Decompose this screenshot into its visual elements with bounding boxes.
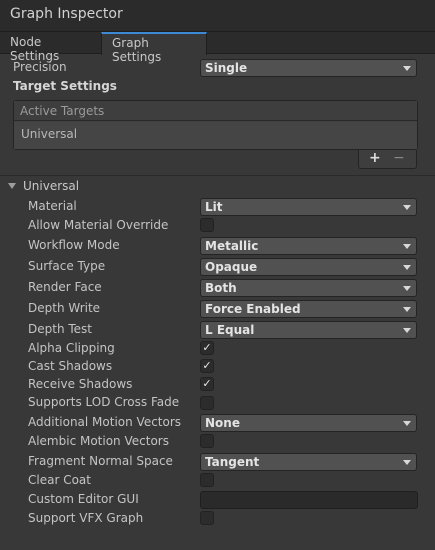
precision-value: Single	[205, 61, 248, 75]
render-face-dropdown[interactable]: Both	[200, 279, 417, 297]
depth-test-value: L Equal	[205, 323, 255, 337]
cast-shadows-label: Cast Shadows	[28, 359, 113, 373]
receive-shadows-checkbox[interactable]: ✓	[200, 377, 214, 391]
chevron-down-icon	[403, 328, 411, 333]
cast-shadows-checkbox[interactable]: ✓	[200, 359, 214, 373]
receive-shadows-label: Receive Shadows	[28, 377, 133, 391]
depth-test-dropdown[interactable]: L Equal	[200, 321, 417, 339]
support-vfx-graph-checkbox[interactable]	[200, 511, 214, 525]
chevron-down-icon	[403, 244, 411, 249]
material-label: Material	[28, 199, 77, 213]
supports-lod-cross-fade-label: Supports LOD Cross Fade	[28, 395, 180, 409]
list-item[interactable]: Universal	[14, 122, 417, 149]
material-dropdown[interactable]: Lit	[200, 198, 417, 216]
active-targets-header: Active Targets	[14, 101, 417, 121]
custom-editor-gui-field[interactable]	[200, 491, 418, 509]
checkmark-icon: ✓	[202, 341, 212, 354]
additional-motion-vectors-label: Additional Motion Vectors	[28, 415, 182, 429]
depth-write-dropdown[interactable]: Force Enabled	[200, 300, 417, 318]
tab-bar: Node Settings Graph Settings	[0, 32, 435, 64]
universal-foldout-label: Universal	[23, 179, 80, 193]
alembic-motion-vectors-label: Alembic Motion Vectors	[28, 434, 169, 448]
surface-type-value: Opaque	[205, 260, 258, 274]
list-footer: + −	[358, 150, 417, 169]
chevron-down-icon	[403, 460, 411, 465]
fragment-normal-space-value: Tangent	[205, 455, 260, 469]
alpha-clipping-checkbox[interactable]: ✓	[200, 341, 214, 355]
foldout-arrow-icon	[8, 183, 16, 189]
depth-test-label: Depth Test	[28, 322, 92, 336]
fragment-normal-space-dropdown[interactable]: Tangent	[200, 453, 417, 471]
fragment-normal-space-label: Fragment Normal Space	[28, 454, 173, 468]
surface-type-dropdown[interactable]: Opaque	[200, 258, 417, 276]
depth-write-value: Force Enabled	[205, 302, 301, 316]
allow-material-override-checkbox[interactable]	[200, 218, 214, 232]
window-titlebar: Graph Inspector	[0, 0, 435, 32]
remove-target-button[interactable]: −	[393, 150, 405, 166]
allow-material-override-label: Allow Material Override	[28, 218, 169, 232]
section-divider	[0, 175, 435, 176]
additional-motion-vectors-value: None	[205, 416, 240, 430]
render-face-label: Render Face	[28, 280, 102, 294]
render-face-value: Both	[205, 281, 237, 295]
precision-label: Precision	[13, 60, 67, 74]
support-vfx-graph-label: Support VFX Graph	[28, 511, 144, 525]
chevron-down-icon	[403, 265, 411, 270]
chevron-down-icon	[403, 205, 411, 210]
target-settings-heading: Target Settings	[13, 79, 117, 93]
custom-editor-gui-label: Custom Editor GUI	[28, 492, 139, 506]
workflow-mode-dropdown[interactable]: Metallic	[200, 237, 417, 255]
chevron-down-icon	[403, 286, 411, 291]
material-value: Lit	[205, 200, 223, 214]
add-target-button[interactable]: +	[369, 150, 381, 166]
checkmark-icon: ✓	[202, 377, 212, 390]
precision-dropdown[interactable]: Single	[200, 59, 417, 77]
alembic-motion-vectors-checkbox[interactable]	[200, 434, 214, 448]
chevron-down-icon	[403, 307, 411, 312]
alpha-clipping-label: Alpha Clipping	[28, 341, 115, 355]
surface-type-label: Surface Type	[28, 259, 106, 273]
active-targets-list: Active Targets Universal	[13, 100, 418, 150]
workflow-mode-label: Workflow Mode	[28, 238, 120, 252]
tab-graph-settings[interactable]: Graph Settings	[101, 32, 207, 64]
clear-coat-label: Clear Coat	[28, 473, 91, 487]
window-title: Graph Inspector	[10, 6, 123, 22]
chevron-down-icon	[403, 421, 411, 426]
chevron-down-icon	[403, 66, 411, 71]
tab-node-settings[interactable]: Node Settings	[0, 32, 101, 63]
workflow-mode-value: Metallic	[205, 239, 259, 253]
supports-lod-cross-fade-checkbox[interactable]	[200, 396, 214, 410]
depth-write-label: Depth Write	[28, 301, 101, 315]
additional-motion-vectors-dropdown[interactable]: None	[200, 414, 417, 432]
clear-coat-checkbox[interactable]	[200, 473, 214, 487]
checkmark-icon: ✓	[202, 359, 212, 372]
